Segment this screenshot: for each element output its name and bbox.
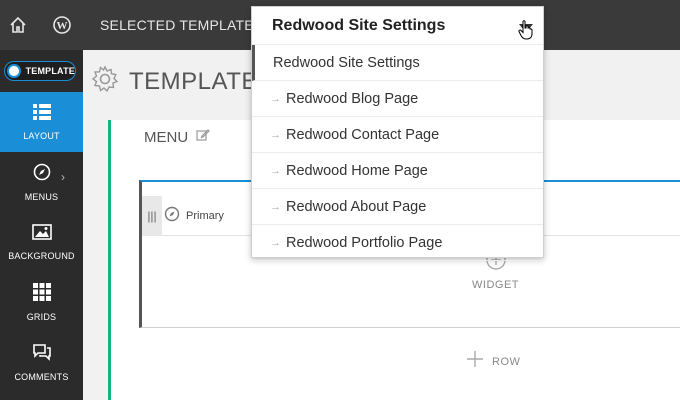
- home-icon[interactable]: [6, 13, 30, 37]
- sidebar-item-comments[interactable]: COMMENTS: [0, 332, 83, 392]
- layout-icon: [32, 103, 51, 125]
- template-dropdown[interactable]: Redwood Site Settings Redwood Site Setti…: [251, 6, 544, 261]
- wordpress-icon[interactable]: W: [50, 13, 74, 37]
- gear-icon: [91, 65, 119, 98]
- dropdown-current[interactable]: Redwood Site Settings: [252, 7, 543, 45]
- add-row-button[interactable]: ROW: [466, 350, 520, 373]
- image-icon: [31, 223, 52, 245]
- dropdown-option[interactable]: → Redwood Home Page: [252, 153, 543, 189]
- add-row-label: ROW: [492, 355, 521, 368]
- plus-icon: [466, 350, 484, 373]
- dropdown-options: Redwood Site Settings → Redwood Blog Pag…: [252, 45, 543, 261]
- dropdown-option[interactable]: → Redwood Contact Page: [252, 117, 543, 153]
- sidebar: TEMPLATE LAYOUT › MENUS BACKGROUND GRIDS…: [0, 50, 83, 400]
- dropdown-option[interactable]: → Redwood Blog Page: [252, 81, 543, 117]
- dropdown-option[interactable]: → Redwood About Page: [252, 189, 543, 225]
- template-header: TEMPLATE: [91, 65, 258, 98]
- arrow-right-icon: →: [270, 200, 281, 213]
- compass-icon: [33, 163, 51, 186]
- toggle-knob: [7, 64, 21, 78]
- template-toggle[interactable]: TEMPLATE: [4, 61, 76, 81]
- sidebar-item-label: GRIDS: [26, 311, 57, 322]
- section-header: MENU: [144, 128, 211, 146]
- widget-name: Primary: [186, 210, 224, 222]
- sidebar-item-menus[interactable]: › MENUS: [0, 152, 83, 212]
- drag-handle-icon[interactable]: |||: [142, 196, 162, 236]
- toggle-label: TEMPLATE: [25, 66, 75, 76]
- sidebar-item-grids[interactable]: GRIDS: [0, 272, 83, 332]
- selected-template-label: SELECTED TEMPLATE: [100, 17, 254, 33]
- arrow-right-icon: →: [270, 164, 281, 177]
- arrow-right-icon: →: [270, 128, 281, 141]
- compass-icon: [164, 206, 180, 227]
- sidebar-item-background[interactable]: BACKGROUND: [0, 212, 83, 272]
- grid-icon: [32, 282, 51, 306]
- add-widget-label: WIDGET: [472, 279, 519, 291]
- section-label: MENU: [144, 128, 189, 146]
- chevron-right-icon: ›: [61, 170, 65, 184]
- sidebar-item-layout[interactable]: LAYOUT: [0, 92, 83, 152]
- dropdown-option[interactable]: → Redwood Portfolio Page: [252, 225, 543, 261]
- comments-icon: [32, 343, 52, 366]
- edit-icon[interactable]: [196, 128, 211, 146]
- sidebar-item-label: COMMENTS: [14, 371, 69, 382]
- dropdown-option[interactable]: Redwood Site Settings: [252, 45, 543, 81]
- dropdown-current-label: Redwood Site Settings: [272, 16, 446, 34]
- arrow-right-icon: →: [270, 92, 281, 105]
- arrow-right-icon: →: [270, 236, 281, 249]
- widget-item[interactable]: Primary: [164, 196, 224, 236]
- hand-cursor-icon: [518, 20, 534, 45]
- page-title: TEMPLATE: [129, 67, 258, 95]
- sidebar-item-label: BACKGROUND: [8, 250, 75, 261]
- svg-text:W: W: [57, 20, 68, 32]
- sidebar-item-label: MENUS: [24, 191, 59, 202]
- sidebar-item-label: LAYOUT: [23, 130, 60, 141]
